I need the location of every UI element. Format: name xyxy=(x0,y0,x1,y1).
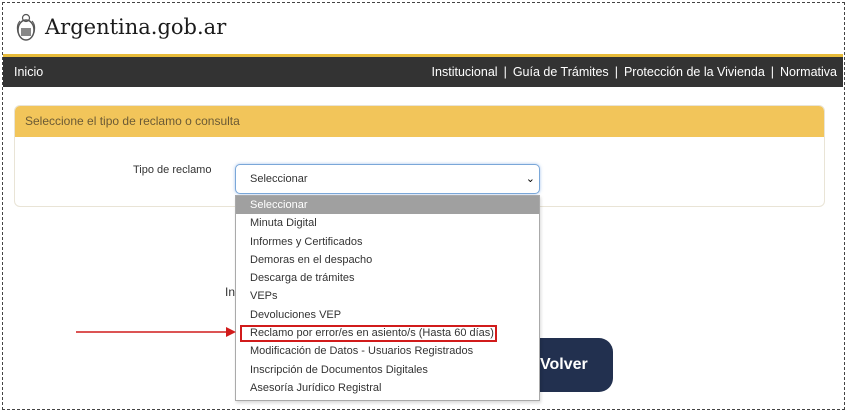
claim-type-dropdown: Seleccionar Minuta Digital Informes y Ce… xyxy=(235,195,540,401)
site-title[interactable]: Argentina.gob.ar xyxy=(45,15,226,39)
nav-item-normativa[interactable]: Normativa xyxy=(774,65,843,79)
dropdown-option[interactable]: Seleccionar xyxy=(236,196,539,215)
chevron-down-icon[interactable]: ⌄ xyxy=(526,165,535,193)
annotation-highlight-box xyxy=(240,325,497,342)
argentina-coat-of-arms-icon[interactable] xyxy=(15,13,37,43)
dropdown-option[interactable]: Informes y Certificados xyxy=(236,233,539,251)
dropdown-option[interactable]: VEPs xyxy=(236,287,539,305)
annotation-arrow-icon xyxy=(76,327,236,337)
dropdown-option[interactable]: Devoluciones VEP xyxy=(236,306,539,324)
dropdown-option[interactable]: Inscripción de Documentos Digitales xyxy=(236,361,539,379)
dropdown-option[interactable]: Descarga de trámites xyxy=(236,269,539,287)
select-value: Seleccionar xyxy=(250,173,308,185)
nav-item-institucional[interactable]: Institucional xyxy=(426,65,504,79)
nav-item-proteccion-vivienda[interactable]: Protección de la Vivienda xyxy=(618,65,771,79)
dropdown-option[interactable]: Modificación de Datos - Usuarios Registr… xyxy=(236,342,539,360)
main-navbar: Inicio Institucional | Guía de Trámites | Pr… xyxy=(3,57,843,87)
obscured-text: In xyxy=(225,285,236,299)
panel-title: Seleccione el tipo de reclamo o consulta xyxy=(15,106,824,137)
dropdown-option[interactable]: Asesoría Jurídico Registral xyxy=(236,379,539,397)
claim-type-label: Tipo de reclamo xyxy=(133,164,212,176)
site-header: Argentina.gob.ar xyxy=(3,3,843,55)
dropdown-option[interactable]: Demoras en el despacho xyxy=(236,251,539,269)
dropdown-option[interactable]: Minuta Digital xyxy=(236,214,539,232)
claim-type-select[interactable]: Seleccionar ⌄ xyxy=(235,164,540,194)
nav-item-guia-de-tramites[interactable]: Guía de Trámites xyxy=(507,65,615,79)
nav-item-inicio[interactable]: Inicio xyxy=(14,65,43,79)
nav-menu: Institucional | Guía de Trámites | Protecció… xyxy=(426,65,843,79)
